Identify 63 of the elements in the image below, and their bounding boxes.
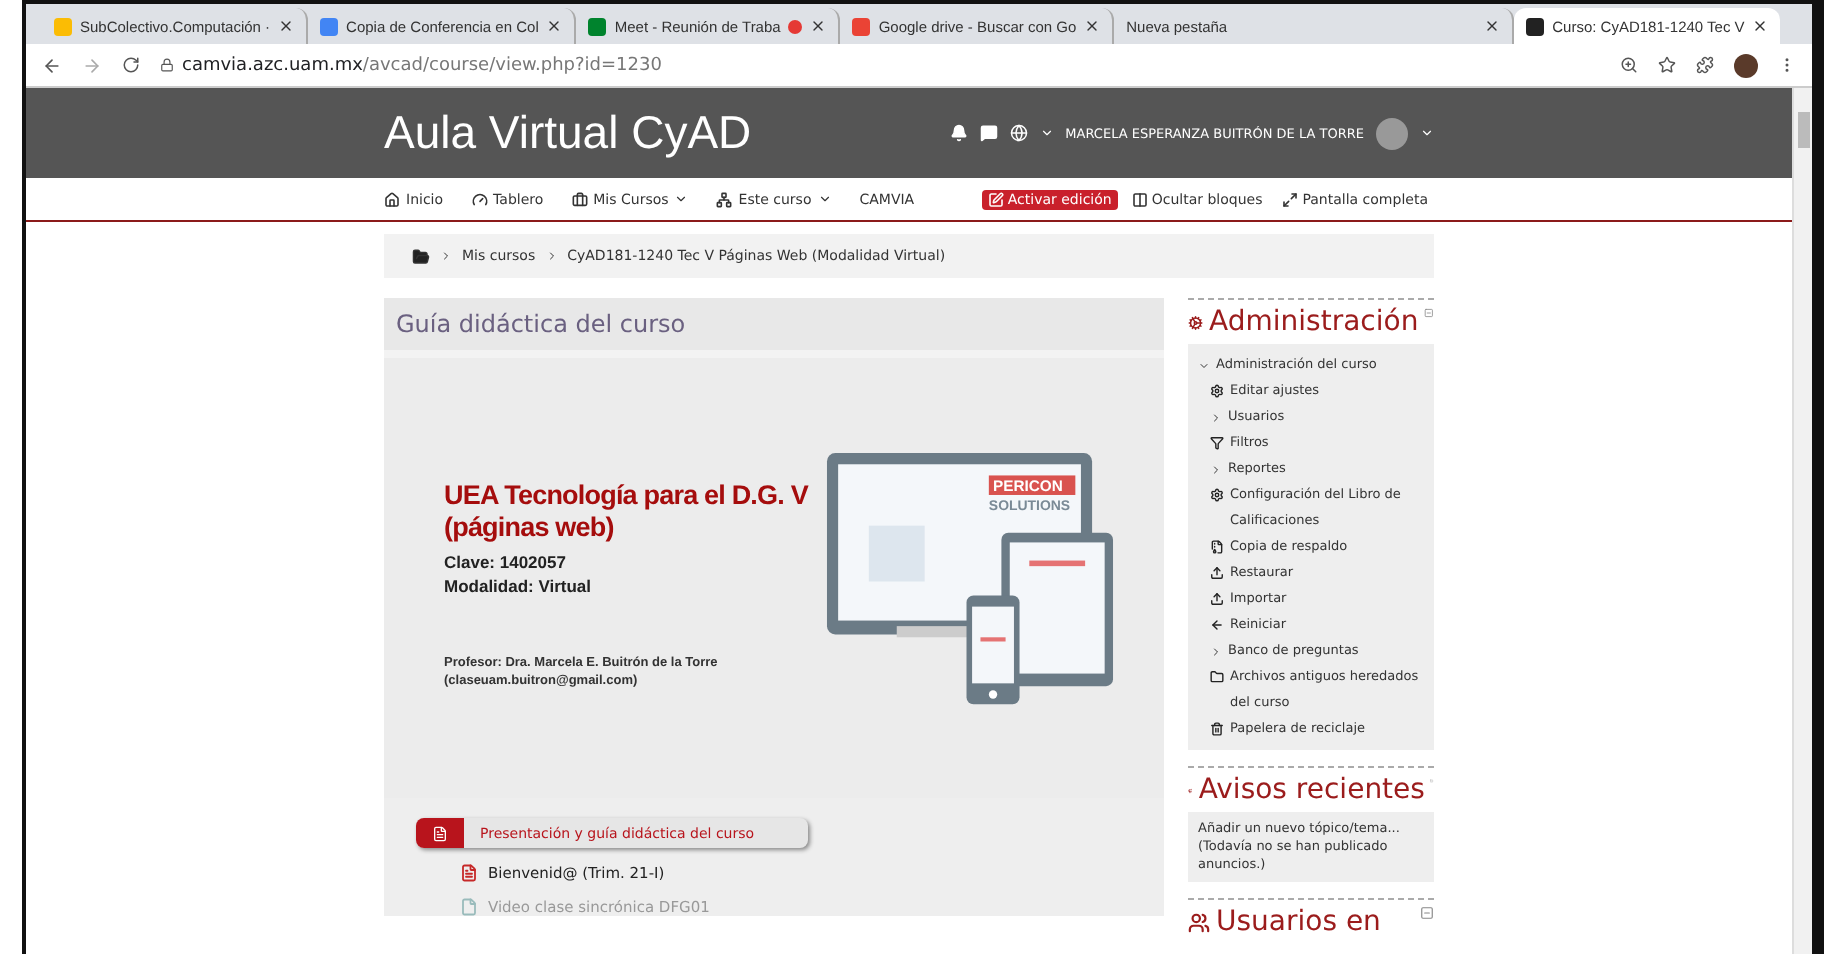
chevron-icon — [1210, 463, 1222, 475]
columns-icon — [1131, 191, 1148, 207]
tab-favicon-icon — [1526, 17, 1545, 35]
zoom-icon[interactable] — [1620, 56, 1638, 74]
block-title: Avisos recientes — [1198, 774, 1425, 806]
upload-icon — [1210, 592, 1224, 606]
edit-icon — [987, 191, 1004, 207]
trash-icon — [1210, 722, 1224, 736]
section-title: Guía didáctica del curso — [384, 298, 1164, 358]
chevron-icon — [545, 250, 558, 262]
puzzle-icon[interactable] — [1696, 56, 1714, 74]
caret-icon — [1420, 126, 1434, 140]
users-icon — [1188, 911, 1210, 933]
banner-title: (páginas web) — [444, 511, 614, 543]
back-icon[interactable] — [42, 55, 62, 75]
reload-icon[interactable] — [122, 56, 140, 74]
gear-icon — [1210, 384, 1224, 398]
banner-detail: Modalidad: Virtual — [444, 573, 592, 597]
dashboard-icon — [471, 191, 488, 207]
arrow-left-icon — [1210, 618, 1224, 632]
lock-icon — [160, 58, 174, 72]
caret-icon — [1039, 126, 1054, 140]
upload-icon — [1210, 566, 1224, 580]
gears-icon — [1188, 311, 1204, 333]
folder-icon — [1210, 670, 1224, 684]
sitemap-icon — [716, 191, 733, 207]
chevron-icon — [440, 250, 452, 262]
chat-icon[interactable] — [979, 124, 998, 142]
tab-favicon-icon — [588, 17, 607, 35]
chevron-icon — [1210, 645, 1222, 657]
home-icon — [384, 191, 400, 207]
close-icon[interactable] — [1752, 18, 1769, 34]
archive-icon — [1210, 540, 1224, 554]
globe-icon[interactable] — [1009, 124, 1028, 142]
filter-icon — [1210, 436, 1224, 450]
gear-icon — [1210, 488, 1224, 502]
close-icon[interactable] — [1484, 18, 1501, 34]
chevron-icon — [1198, 359, 1210, 371]
close-icon[interactable] — [810, 18, 827, 34]
scrollbar-thumb[interactable] — [1797, 112, 1809, 148]
folder-icon[interactable] — [412, 247, 430, 265]
tab-favicon-icon — [320, 17, 339, 35]
chevron-icon — [1210, 411, 1222, 423]
site-title[interactable]: Aula Virtual CyAD — [384, 106, 752, 160]
avatar-icon[interactable] — [1734, 53, 1758, 77]
block-title: Usuarios en — [1216, 906, 1381, 938]
star-icon[interactable] — [1658, 56, 1676, 74]
close-icon[interactable] — [546, 18, 563, 34]
close-icon[interactable] — [278, 18, 295, 34]
tab-favicon-icon — [852, 17, 871, 35]
banner-title: UEA Tecnología para el D.G. V — [444, 479, 808, 511]
bell-icon[interactable] — [949, 124, 968, 142]
expand-icon — [1282, 191, 1299, 207]
document-icon — [460, 864, 478, 882]
file-icon — [460, 898, 478, 916]
address-field[interactable]: camvia.azc.uam.mx/avcad/course/view.php?id=1230 — [160, 55, 1600, 75]
banner-detail: Clave: 1402057 — [444, 549, 566, 573]
block-title: Administración — [1209, 306, 1419, 338]
document-icon — [432, 825, 448, 841]
collapse-icon[interactable] — [1420, 906, 1434, 920]
close-icon[interactable] — [1084, 18, 1101, 34]
briefcase-icon — [571, 191, 588, 207]
tab-favicon-icon — [54, 17, 72, 35]
